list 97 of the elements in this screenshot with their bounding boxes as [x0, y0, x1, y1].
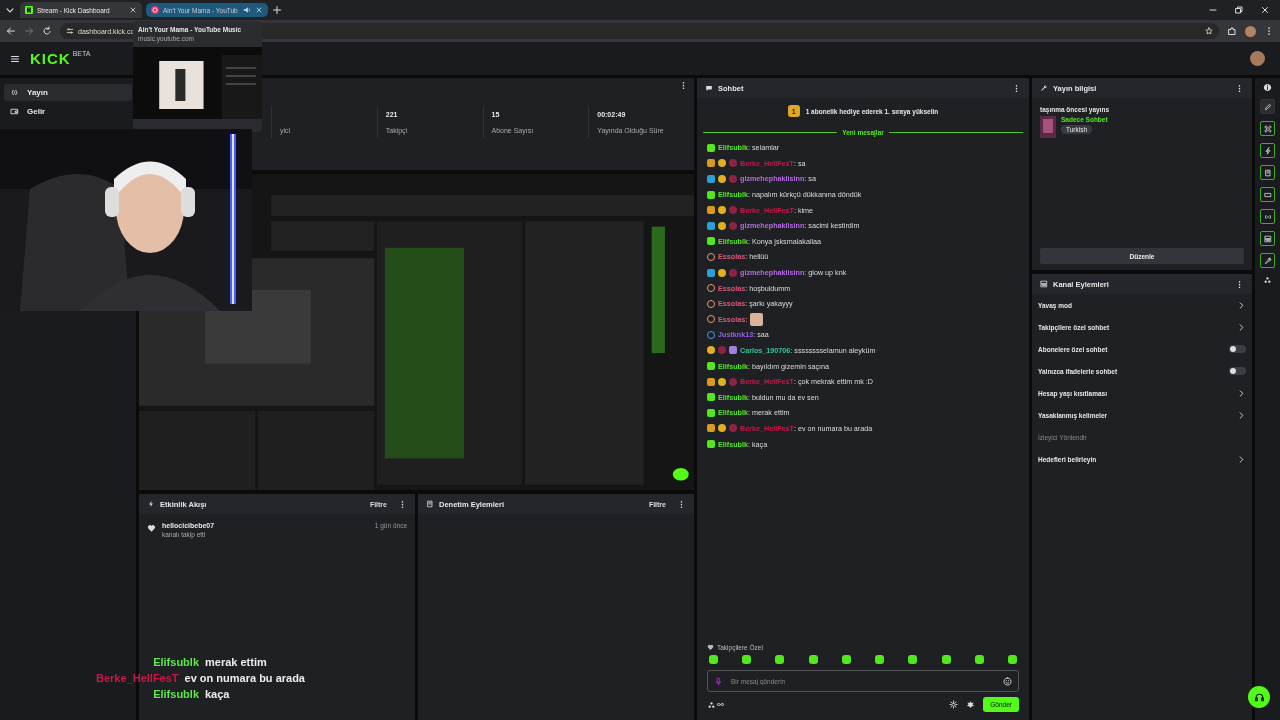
dot-badge	[729, 424, 737, 433]
settings-icon[interactable]	[949, 700, 959, 709]
panel-toggle-button[interactable]	[1260, 187, 1275, 202]
lightning-icon	[1263, 146, 1272, 155]
dot-badge	[729, 268, 737, 277]
user-avatar[interactable]	[1250, 51, 1265, 66]
document-icon	[1263, 168, 1272, 177]
coin-badge	[707, 346, 715, 355]
dot-badge	[718, 346, 726, 355]
emote-icon[interactable]	[808, 655, 818, 664]
burst-icon[interactable]	[966, 700, 976, 709]
gift-badge	[729, 346, 737, 355]
panel-toggle-button[interactable]	[1260, 209, 1275, 224]
emote-icon[interactable]	[841, 655, 851, 664]
close-tab-icon[interactable]	[129, 6, 137, 14]
kick-favicon-icon	[25, 6, 33, 14]
list-icon	[1040, 280, 1048, 288]
subscriber-badge	[707, 190, 715, 199]
chevron-icon[interactable]	[1237, 300, 1246, 310]
microphone-icon[interactable]	[714, 676, 723, 686]
panel-toggle-button[interactable]	[1260, 231, 1275, 246]
dot-badge	[729, 377, 737, 386]
emoji-icon[interactable]	[1003, 676, 1012, 686]
chat-icon	[705, 84, 713, 92]
site-settings-icon[interactable]	[66, 27, 74, 35]
chevron-icon[interactable]	[1237, 454, 1246, 464]
chevron-icon[interactable]	[1237, 410, 1246, 420]
heart-icon	[147, 524, 156, 533]
emote-icon[interactable]	[908, 655, 918, 664]
speaker-icon[interactable]	[243, 6, 251, 14]
emote-icon[interactable]	[775, 655, 785, 664]
overlay-chat-user: Berke_HellFesT	[96, 672, 179, 684]
info-icon[interactable]	[1263, 83, 1272, 92]
close-icon[interactable]	[1260, 5, 1270, 15]
wallet-icon	[10, 107, 19, 116]
lightning-icon	[147, 500, 155, 508]
overlay-chat-message: merak ettim	[205, 656, 268, 668]
subscriber-badge	[707, 237, 715, 246]
points-icon[interactable]	[707, 700, 725, 709]
profile-avatar[interactable]	[1245, 25, 1256, 37]
crown-badge	[707, 424, 715, 433]
wrench-icon	[1040, 84, 1048, 92]
kick-logo[interactable]: KICK	[30, 50, 71, 67]
coin-badge	[718, 424, 726, 433]
hammer-badge	[707, 174, 715, 183]
chevron-icon[interactable]	[1237, 322, 1246, 332]
panel-toggle-button[interactable]	[1260, 253, 1275, 268]
crown-badge	[707, 206, 715, 215]
crown-badge	[707, 159, 715, 168]
emote-icon[interactable]	[974, 655, 984, 664]
panel-toggle-button[interactable]	[1260, 121, 1275, 136]
close-tab-icon[interactable]	[255, 6, 263, 14]
emote-icon[interactable]	[742, 655, 752, 664]
panel-toggle-button[interactable]	[1260, 143, 1275, 158]
emote-icon[interactable]	[1007, 655, 1017, 664]
music-favicon-icon	[151, 6, 159, 14]
reload-icon[interactable]	[42, 26, 52, 36]
card-icon	[1263, 190, 1272, 199]
new-tab-icon[interactable]	[272, 5, 282, 15]
subscriber-badge	[707, 143, 715, 152]
document-icon	[426, 500, 434, 508]
sidebar-item[interactable]: Yayın	[4, 84, 132, 101]
sidebar-item[interactable]: Gelir	[4, 103, 132, 120]
star-icon[interactable]	[1205, 27, 1213, 35]
overlay-chat-user: Elifsublk	[153, 656, 199, 668]
signal-icon	[1263, 212, 1272, 221]
subscriber-badge	[707, 440, 715, 449]
overlay-chat-message: ev on numara bu arada	[184, 672, 305, 684]
edit-button[interactable]	[1260, 99, 1275, 114]
hammer-badge	[707, 268, 715, 277]
hammer-badge	[707, 221, 715, 230]
broadcast-icon	[10, 88, 19, 97]
category-thumbnail	[1040, 116, 1056, 138]
overlay-chat-user: Elifsublk	[153, 688, 199, 700]
emote-icon	[750, 312, 764, 326]
chevron-icon[interactable]	[1237, 388, 1246, 398]
toggle-switch[interactable]	[1229, 345, 1246, 353]
emote-icon[interactable]	[709, 655, 718, 664]
crown-badge	[707, 377, 715, 386]
overlay-chat-message: kaça	[205, 688, 231, 700]
headset-icon	[1253, 691, 1265, 703]
emote-icon[interactable]	[941, 655, 951, 664]
back-icon[interactable]	[6, 26, 16, 36]
subscriber-badge	[707, 362, 715, 371]
coin-badge	[718, 268, 726, 277]
restore-icon[interactable]	[1234, 5, 1244, 15]
pencil-icon	[1263, 102, 1272, 111]
emote-icon[interactable]	[875, 655, 885, 664]
dots-icon[interactable]	[1263, 275, 1272, 284]
menu-icon[interactable]	[10, 53, 20, 64]
toggle-switch[interactable]	[1229, 367, 1246, 375]
frame-icon	[1263, 124, 1272, 133]
panel-toggle-button[interactable]	[1260, 165, 1275, 180]
coin-badge	[718, 377, 726, 386]
layout-icon	[1263, 234, 1272, 243]
heart-icon	[707, 644, 714, 651]
wrench-icon	[1263, 256, 1272, 265]
